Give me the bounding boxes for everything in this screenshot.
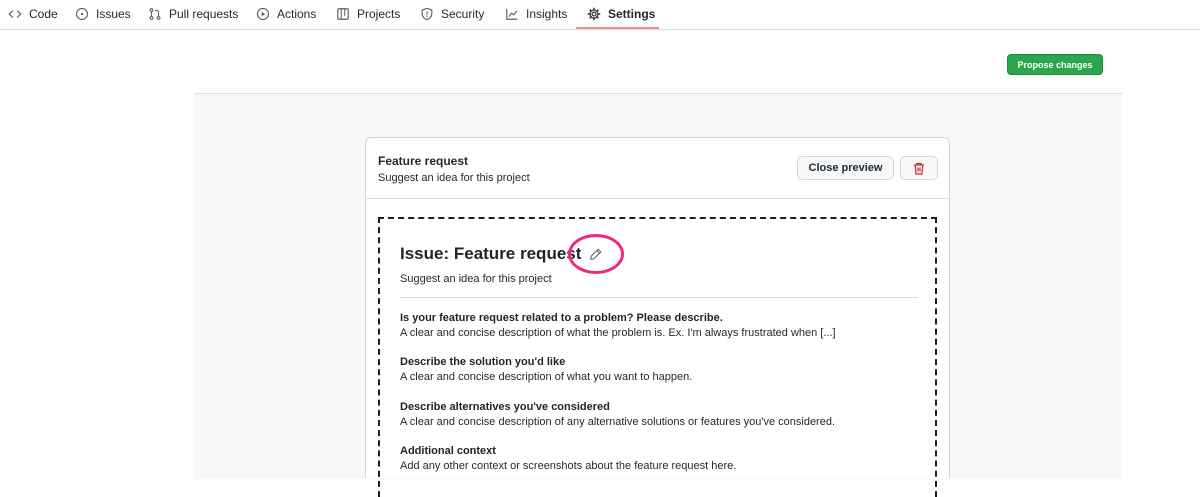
propose-changes-button[interactable]: Propose changes [1007,54,1103,75]
template-about: Suggest an idea for this project [378,172,530,184]
section-heading: Is your feature request related to a pro… [400,312,723,324]
code-icon [7,6,23,22]
section-body: A clear and concise description of what … [400,327,836,339]
tab-code[interactable]: Code [7,0,58,28]
close-preview-button[interactable]: Close preview [797,156,894,180]
section-body: A clear and concise description of what … [400,371,693,383]
issue-opened-icon [74,6,90,22]
tab-security-label: Security [441,7,485,21]
tab-pull-requests-label: Pull requests [169,7,239,21]
tab-settings-label: Settings [608,7,656,21]
table-icon [335,6,351,22]
template-card-header: Feature request Suggest an idea for this… [366,138,949,199]
tab-insights[interactable]: Insights [504,0,567,28]
git-pull-request-icon [147,6,163,22]
preview-section: Additional context Add any other context… [400,445,736,472]
repo-nav: Code Issues Pull requests Actions Projec… [0,0,1200,30]
template-name: Feature request [378,154,469,168]
active-tab-indicator [576,27,659,29]
section-heading: Describe alternatives you've considered [400,401,610,413]
issue-title: Issue: Feature request [400,244,582,263]
delete-template-button[interactable] [900,156,938,180]
tab-projects[interactable]: Projects [335,0,400,28]
tab-insights-label: Insights [526,7,568,21]
tab-pull-requests[interactable]: Pull requests [147,0,238,28]
tab-code-label: Code [29,7,58,21]
play-icon [255,6,271,22]
graph-icon [504,6,520,22]
preview-section: Is your feature request related to a pro… [400,312,836,339]
tab-issues-label: Issues [96,7,131,21]
template-card: Feature request Suggest an idea for this… [365,137,950,497]
preview-section: Describe the solution you'd like A clear… [400,356,692,383]
trash-icon [913,162,925,175]
tab-issues[interactable]: Issues [74,0,131,28]
issue-subtitle: Suggest an idea for this project [400,273,552,285]
section-heading: Additional context [400,445,496,457]
shield-icon [419,6,435,22]
tab-actions-label: Actions [277,7,317,21]
tab-settings[interactable]: Settings [586,0,655,28]
tab-actions[interactable]: Actions [255,0,316,28]
preview-section: Describe alternatives you've considered … [400,401,835,428]
section-heading: Describe the solution you'd like [400,356,566,368]
tab-security[interactable]: Security [419,0,484,28]
highlight-circle [568,234,624,274]
issue-preview: Issue: Feature request Suggest an idea f… [378,217,937,497]
tab-projects-label: Projects [357,7,401,21]
divider [400,297,918,298]
section-body: A clear and concise description of any a… [400,416,836,428]
gear-icon [586,6,602,22]
section-body: Add any other context or screenshots abo… [400,460,737,472]
